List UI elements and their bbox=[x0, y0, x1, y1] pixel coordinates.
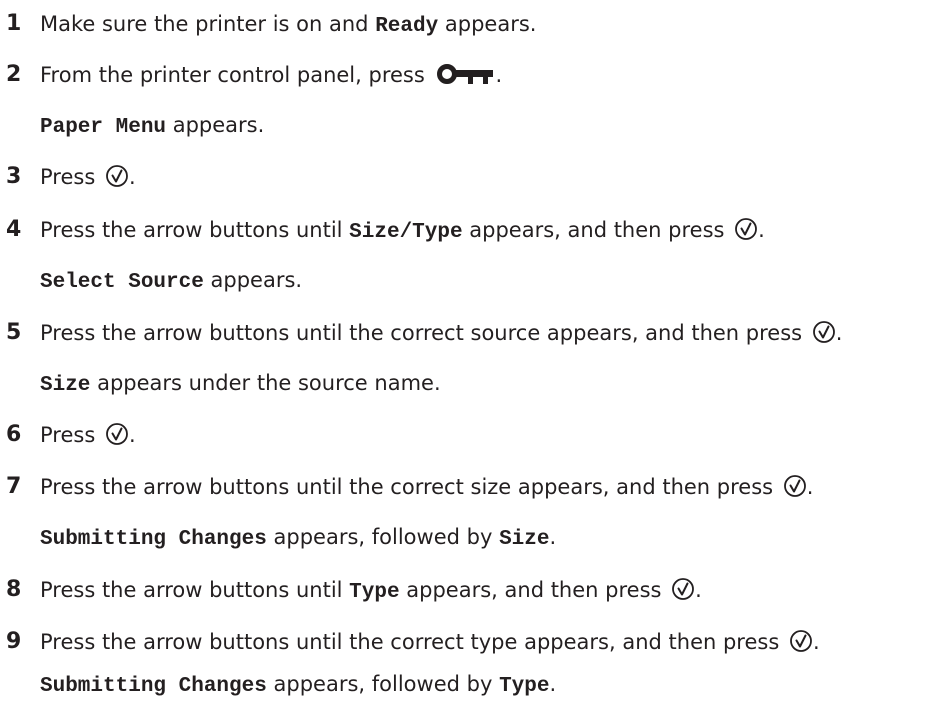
step-number: 7 bbox=[6, 474, 22, 499]
step-number: 8 bbox=[6, 577, 22, 602]
step-number: 6 bbox=[6, 422, 22, 447]
step-text: . bbox=[128, 423, 136, 447]
step-text: appears, followed by bbox=[266, 672, 500, 696]
display-message: Select Source bbox=[40, 271, 204, 294]
menu-key-icon bbox=[437, 64, 494, 84]
step-number: 4 bbox=[6, 217, 22, 242]
step-text: . bbox=[812, 630, 820, 654]
step-text: . bbox=[835, 321, 843, 345]
display-message: Size/Type bbox=[349, 221, 463, 244]
step-number: 3 bbox=[6, 164, 22, 189]
step-text: appears under the source name. bbox=[90, 371, 441, 395]
select-check-icon bbox=[812, 321, 835, 343]
step-number: 5 bbox=[6, 320, 22, 345]
select-check-icon bbox=[672, 578, 695, 600]
step-text: appears. bbox=[203, 268, 303, 292]
step-text: Make sure the printer is on and bbox=[40, 12, 376, 36]
display-message: Size bbox=[499, 528, 550, 551]
step-text: Press the arrow buttons until the correc… bbox=[40, 321, 809, 345]
select-check-icon bbox=[735, 218, 758, 240]
step-text: appears, and then press bbox=[462, 218, 732, 242]
step-text: . bbox=[806, 475, 814, 499]
step-text: . bbox=[549, 525, 557, 549]
step-number: 9 bbox=[6, 629, 22, 654]
step-text: appears, and then press bbox=[399, 578, 669, 602]
display-message: Submitting Changes bbox=[40, 528, 267, 551]
display-message: Type bbox=[499, 675, 550, 698]
step-text: appears. bbox=[166, 113, 265, 137]
step-text: Press bbox=[40, 423, 102, 447]
step-text: . bbox=[549, 672, 557, 696]
step-text: Press the arrow buttons until the correc… bbox=[40, 475, 780, 499]
display-message: Ready bbox=[375, 15, 439, 38]
select-check-icon bbox=[106, 423, 128, 445]
step-text: appears. bbox=[438, 12, 537, 36]
step-number: 2 bbox=[6, 62, 22, 87]
step-number: 1 bbox=[6, 11, 22, 36]
step-text: Press the arrow buttons until the correc… bbox=[40, 630, 786, 654]
select-check-icon bbox=[106, 165, 128, 187]
select-check-icon bbox=[790, 630, 812, 652]
step-text: . bbox=[758, 218, 765, 242]
select-check-icon bbox=[783, 475, 806, 497]
display-message: Paper Menu bbox=[40, 116, 167, 139]
display-message: Submitting Changes bbox=[40, 675, 267, 698]
step-text: Press the arrow buttons until bbox=[40, 578, 350, 602]
display-message: Size bbox=[40, 374, 91, 397]
display-message: Type bbox=[349, 581, 400, 604]
step-text: . bbox=[695, 578, 702, 602]
step-text: . bbox=[128, 165, 136, 189]
step-text: Press bbox=[40, 165, 102, 189]
step-text: Press the arrow buttons until bbox=[40, 218, 350, 242]
step-text: appears, followed by bbox=[266, 525, 500, 549]
step-text: From the printer control panel, press bbox=[40, 63, 432, 87]
step-text: . bbox=[495, 63, 503, 87]
